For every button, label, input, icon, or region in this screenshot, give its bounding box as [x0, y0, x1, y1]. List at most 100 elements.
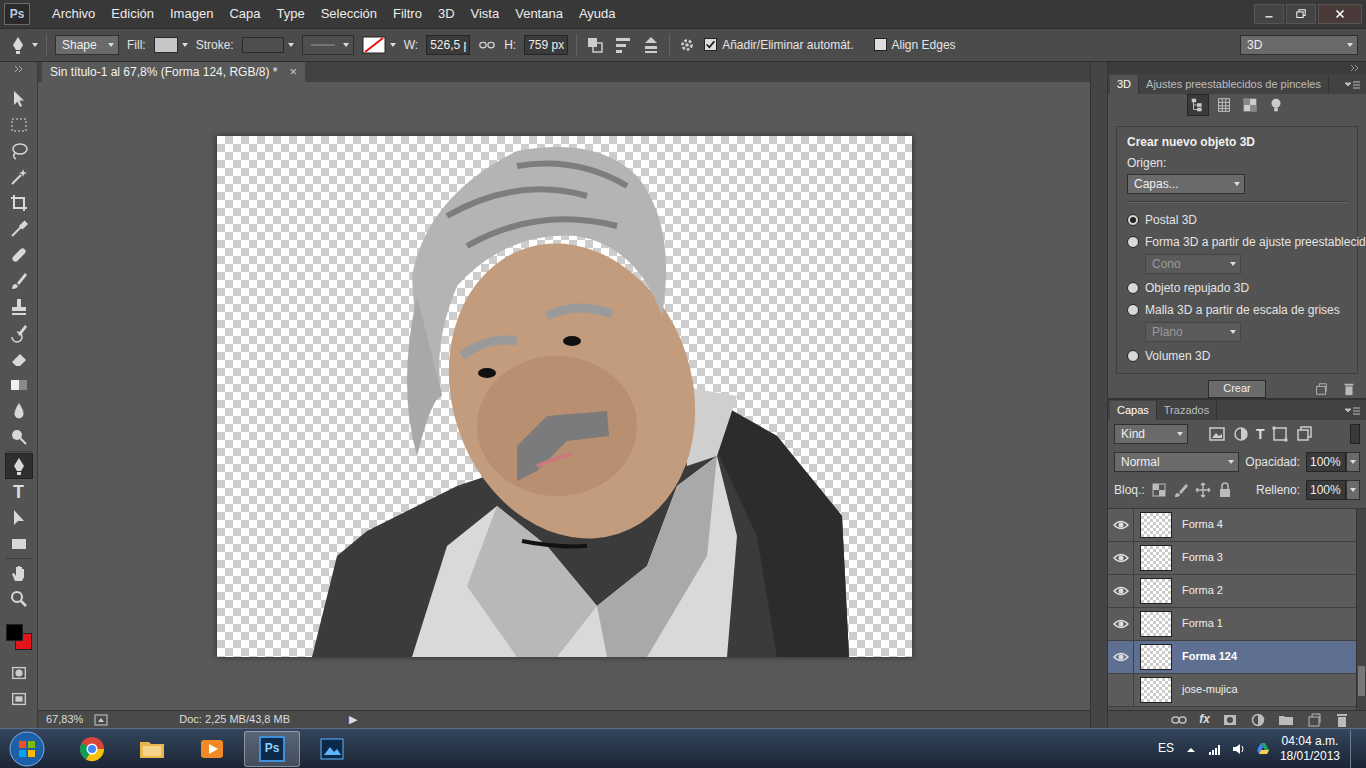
- fill-input[interactable]: [1306, 480, 1346, 500]
- layer-row[interactable]: Forma 2: [1108, 575, 1356, 608]
- radio-option[interactable]: Forma 3D a partir de ajuste preestableci…: [1127, 231, 1347, 253]
- layer-row[interactable]: Forma 4: [1108, 509, 1356, 542]
- type-filter-icon[interactable]: T: [1256, 427, 1265, 441]
- close-button[interactable]: [1318, 4, 1362, 24]
- scrollbar-thumb[interactable]: [1358, 666, 1365, 696]
- minimize-button[interactable]: [1254, 4, 1284, 24]
- taskbar-app[interactable]: [304, 731, 360, 767]
- taskbar-app[interactable]: [184, 731, 240, 767]
- visibility-toggle[interactable]: [1108, 509, 1134, 541]
- menu-item[interactable]: Ventana: [507, 4, 571, 24]
- visibility-toggle[interactable]: [1108, 641, 1134, 673]
- layers-scrollbar[interactable]: [1356, 509, 1366, 710]
- screen-mode-button[interactable]: [5, 686, 33, 712]
- taskbar-app[interactable]: [64, 731, 120, 767]
- menu-item[interactable]: 3D: [430, 4, 463, 24]
- radio-option[interactable]: Volumen 3D: [1127, 345, 1347, 367]
- visibility-toggle[interactable]: [1108, 608, 1134, 640]
- 3d-filter-button[interactable]: [1213, 94, 1235, 116]
- tool-button[interactable]: [5, 190, 33, 216]
- align-edges-checkbox[interactable]: [874, 38, 887, 51]
- path-arrange-button[interactable]: [641, 35, 661, 55]
- visibility-toggle[interactable]: [1108, 575, 1134, 607]
- document-tab[interactable]: Sin título-1 al 67,8% (Forma 124, RGB/8)…: [42, 62, 305, 82]
- menu-item[interactable]: Selección: [313, 4, 385, 24]
- tool-button[interactable]: [5, 372, 33, 398]
- tool-button[interactable]: [5, 268, 33, 294]
- layer-row[interactable]: Forma 124: [1108, 641, 1356, 674]
- radio-button[interactable]: [1127, 236, 1139, 248]
- tool-button[interactable]: [5, 216, 33, 242]
- panel-menu-button[interactable]: [1338, 403, 1366, 417]
- layer-row[interactable]: Forma 1: [1108, 608, 1356, 641]
- fill-picker[interactable]: [154, 37, 188, 53]
- tool-button[interactable]: [5, 294, 33, 320]
- restore-button[interactable]: [1286, 4, 1316, 24]
- layer-effects-button[interactable]: fx: [1199, 712, 1210, 726]
- language-indicator[interactable]: ES: [1158, 741, 1174, 755]
- foreground-color-swatch[interactable]: [6, 624, 23, 641]
- tool-button[interactable]: [5, 424, 33, 450]
- tool-button[interactable]: [5, 242, 33, 268]
- stroke-type-picker[interactable]: [362, 36, 396, 54]
- radio-button[interactable]: [1127, 304, 1139, 316]
- auto-add-delete-option[interactable]: Añadir/Eliminar automát.: [704, 38, 853, 52]
- clock[interactable]: 04:04 a.m.18/01/2013: [1280, 734, 1340, 764]
- radio-option[interactable]: Objeto repujado 3D: [1127, 277, 1347, 299]
- stroke-width-select[interactable]: [302, 35, 354, 55]
- tool-button[interactable]: [5, 346, 33, 372]
- quick-mask-button[interactable]: [5, 660, 33, 686]
- tool-button[interactable]: [5, 560, 33, 586]
- menu-item[interactable]: Capa: [221, 4, 268, 24]
- menu-item[interactable]: Edición: [103, 4, 162, 24]
- tool-button[interactable]: [5, 453, 33, 479]
- menu-item[interactable]: Imagen: [162, 4, 221, 24]
- visibility-toggle[interactable]: [1108, 674, 1134, 706]
- tool-button[interactable]: [5, 112, 33, 138]
- layer-row[interactable]: jose-mujica: [1108, 674, 1356, 707]
- workspace-select[interactable]: 3D: [1240, 35, 1358, 55]
- filter-toggle[interactable]: [1350, 424, 1360, 444]
- panel-tab[interactable]: Ajustes preestablecidos de pinceles: [1139, 75, 1329, 94]
- fill-dropdown[interactable]: [1346, 480, 1360, 500]
- geometry-options-button[interactable]: [678, 36, 696, 54]
- radio-option[interactable]: Postal 3D: [1127, 209, 1347, 231]
- radio-option[interactable]: Malla 3D a partir de escala de grises: [1127, 299, 1347, 321]
- panel-menu-button[interactable]: [1338, 77, 1366, 91]
- 3d-filter-button[interactable]: [1265, 94, 1287, 116]
- opacity-dropdown[interactable]: [1346, 452, 1360, 472]
- path-operations-button[interactable]: [585, 35, 605, 55]
- tool-button[interactable]: [5, 531, 33, 557]
- tool-button[interactable]: [5, 138, 33, 164]
- menu-item[interactable]: Filtro: [385, 4, 430, 24]
- layer-row[interactable]: Forma 3: [1108, 542, 1356, 575]
- tool-button[interactable]: [5, 164, 33, 190]
- width-input[interactable]: [426, 35, 470, 55]
- canvas[interactable]: [217, 136, 912, 657]
- status-menu-button[interactable]: ▶: [349, 713, 357, 726]
- taskbar-app[interactable]: Ps: [244, 731, 300, 767]
- tool-button[interactable]: [5, 320, 33, 346]
- source-select[interactable]: Capas...: [1127, 174, 1245, 194]
- radio-button[interactable]: [1127, 350, 1139, 362]
- height-input[interactable]: [524, 35, 568, 55]
- close-tab-button[interactable]: ×: [289, 64, 297, 80]
- mode-select[interactable]: Shape: [55, 35, 119, 55]
- tool-button[interactable]: [5, 505, 33, 531]
- panel-tab[interactable]: Capas: [1110, 401, 1157, 420]
- radio-button[interactable]: [1127, 214, 1139, 226]
- tool-preset-picker[interactable]: [8, 35, 38, 55]
- start-button[interactable]: [4, 730, 50, 768]
- 3d-filter-button[interactable]: [1239, 94, 1261, 116]
- menu-item[interactable]: Type: [268, 4, 312, 24]
- menu-item[interactable]: Archivo: [44, 4, 103, 24]
- stroke-picker[interactable]: [242, 37, 294, 53]
- panel-tab[interactable]: 3D: [1110, 75, 1139, 94]
- radio-button[interactable]: [1127, 282, 1139, 294]
- opacity-input[interactable]: [1306, 452, 1346, 472]
- tool-button[interactable]: [5, 86, 33, 112]
- taskbar-app[interactable]: [124, 731, 180, 767]
- tool-button[interactable]: [5, 586, 33, 612]
- show-desktop-button[interactable]: [1350, 730, 1362, 768]
- visibility-toggle[interactable]: [1108, 542, 1134, 574]
